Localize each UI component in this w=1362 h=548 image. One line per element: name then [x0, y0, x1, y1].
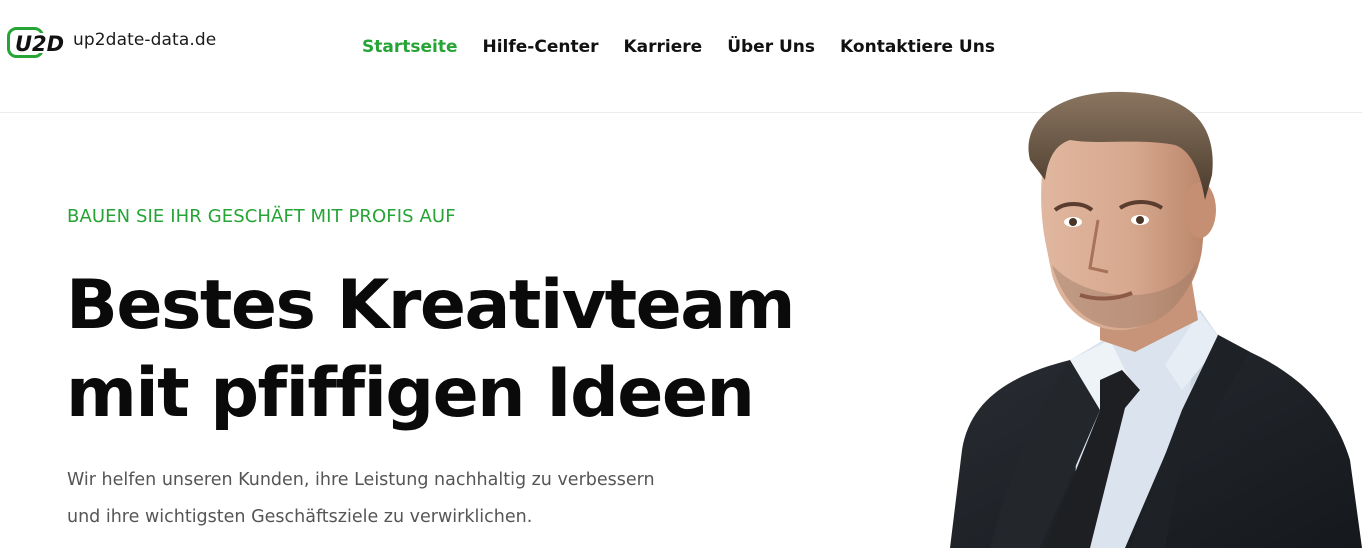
- hero-headline-line-1: Bestes Kreativteam: [66, 266, 795, 345]
- nav-item-karriere[interactable]: Karriere: [624, 35, 703, 59]
- hero-headline-line-2: mit pfiffigen Ideen: [66, 354, 755, 433]
- svg-text:U2D: U2D: [15, 32, 64, 56]
- nav-item-hilfe-center[interactable]: Hilfe-Center: [482, 35, 598, 59]
- nav-item-startseite[interactable]: Startseite: [362, 35, 457, 59]
- site-logo[interactable]: U2D up2date-data.de: [7, 27, 216, 59]
- hero-headline: Bestes Kreativteam mit pfiffigen Ideen: [66, 262, 795, 438]
- hero-eyebrow: BAUEN SIE IHR GESCHÄFT MIT PROFIS AUF: [67, 206, 456, 227]
- hero-lead-line-1: Wir helfen unseren Kunden, ihre Leistung…: [67, 470, 655, 490]
- hero-lead-line-2: und ihre wichtigsten Geschäftsziele zu v…: [67, 507, 533, 527]
- brand-logo-icon: U2D: [7, 27, 64, 58]
- nav-item-kontaktiere-uns[interactable]: Kontaktiere Uns: [840, 35, 995, 59]
- nav-item-ueber-uns[interactable]: Über Uns: [727, 35, 815, 59]
- businessman-portrait-image: [950, 91, 1362, 548]
- brand-name: up2date-data.de: [73, 30, 217, 50]
- hero-lead: Wir helfen unseren Kunden, ihre Leistung…: [67, 462, 655, 536]
- page: U2D up2date-data.de Startseite Hilfe-Cen…: [0, 0, 1362, 548]
- main-navigation: Startseite Hilfe-Center Karriere Über Un…: [362, 35, 1020, 59]
